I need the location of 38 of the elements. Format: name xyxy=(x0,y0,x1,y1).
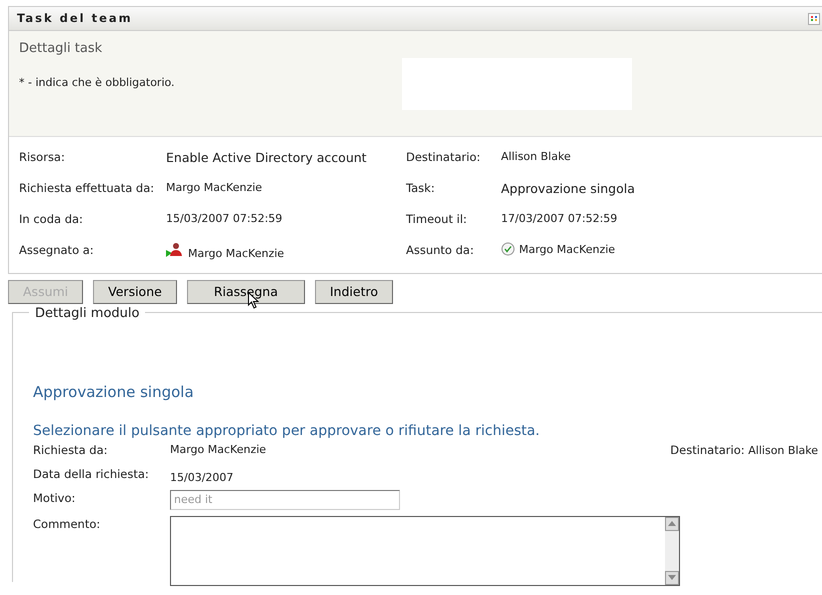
field-label: Commento: xyxy=(33,516,102,532)
action-button[interactable]: Versione xyxy=(93,280,177,304)
grid-icon[interactable] xyxy=(808,12,820,24)
comment-field[interactable] xyxy=(170,516,680,586)
detail-value: Enable Active Directory account xyxy=(166,149,367,167)
panel-title: Task del team xyxy=(17,10,133,27)
detail-label: In coda da: xyxy=(19,211,84,228)
detail-value: Allison Blake xyxy=(501,149,571,165)
field-value: Allison Blake xyxy=(748,444,818,456)
field-label: Destinatario: xyxy=(670,442,745,456)
detail-label: Richiesta effettuata da: xyxy=(19,180,156,197)
field-label: Data della richiesta: xyxy=(33,466,150,482)
field-value: Margo MacKenzie xyxy=(170,442,266,458)
detail-value: Approvazione singola xyxy=(501,180,635,198)
detail-value: Margo MacKenzie xyxy=(188,246,284,262)
field-value: 15/03/2007 xyxy=(170,470,234,486)
scroll-up-icon[interactable] xyxy=(665,516,679,530)
required-note: * - indica che è obbligatorio. xyxy=(19,74,176,90)
form-instruction: Selezionare il pulsante appropriato per approvare o rifiutare la richiesta. xyxy=(33,422,541,440)
detail-value: 17/03/2007 07:52:59 xyxy=(501,211,618,227)
detail-label: Assegnato a: xyxy=(19,242,95,259)
detail-label: Timeout il: xyxy=(406,211,468,228)
field-label: Motivo: xyxy=(33,490,76,506)
user-icon xyxy=(166,242,184,258)
detail-label: Task: xyxy=(406,180,436,197)
detail-label: Destinatario: xyxy=(406,149,482,166)
detail-label: Assunto da: xyxy=(406,242,475,259)
action-button[interactable]: Riassegna xyxy=(186,280,305,304)
field-label: Richiesta da: xyxy=(33,442,108,458)
form-title: Approvazione singola xyxy=(33,382,195,403)
detail-label: Risorsa: xyxy=(19,149,66,166)
scroll-down-icon[interactable] xyxy=(665,570,679,584)
detail-value: Margo MacKenzie xyxy=(166,180,262,196)
action-button[interactable]: Indietro xyxy=(314,280,393,304)
check-icon xyxy=(501,242,515,256)
detail-value: Margo MacKenzie xyxy=(519,242,616,258)
detail-value: 15/03/2007 07:52:59 xyxy=(166,211,282,227)
section-title: Dettagli task xyxy=(19,40,104,58)
